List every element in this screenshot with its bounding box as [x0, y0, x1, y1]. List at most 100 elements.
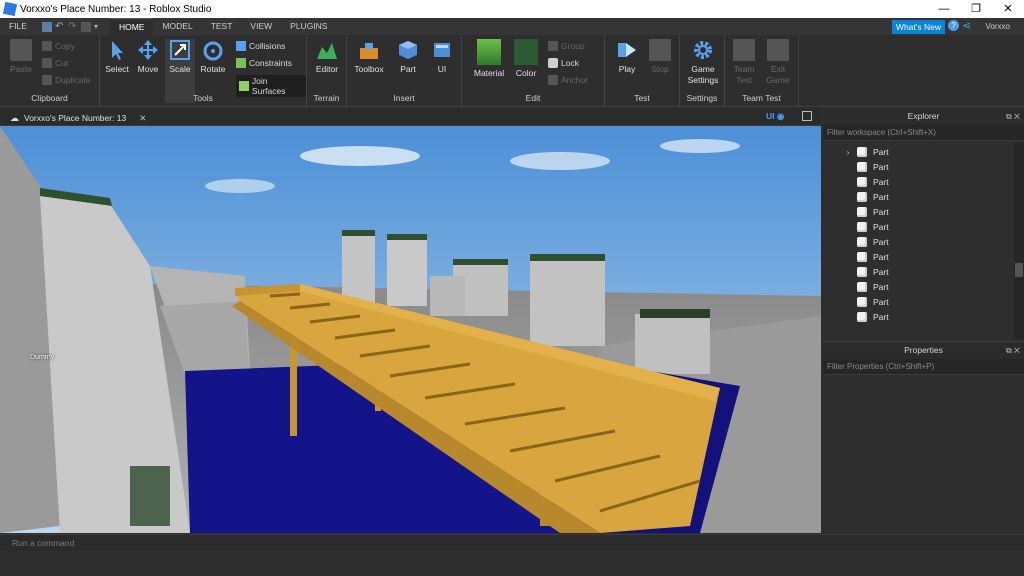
close-window-button[interactable]: ✕	[992, 0, 1024, 18]
tab-view[interactable]: VIEW	[241, 18, 281, 35]
dock-icon[interactable]	[802, 111, 812, 121]
test-group-label: Test	[634, 93, 650, 103]
clipboard-group-label: Clipboard	[31, 93, 68, 103]
team-test-group-label: Team Test	[742, 93, 781, 103]
properties-panel-controls[interactable]: ⧉ ✕	[1006, 342, 1020, 359]
user-menu[interactable]: Vorxxo	[986, 22, 1010, 31]
team-test-button[interactable]: Team Test	[729, 39, 759, 86]
stop-button[interactable]: Stop	[647, 39, 673, 74]
copy-button[interactable]: Copy	[42, 41, 75, 51]
game-settings-button[interactable]: Game Settings	[684, 39, 722, 86]
toolbox-button[interactable]: Toolbox	[353, 39, 385, 74]
tree-item[interactable]: Part	[823, 204, 1024, 219]
anchor-button[interactable]: Anchor	[548, 75, 588, 85]
paste-label: Paste	[10, 64, 32, 74]
tree-item[interactable]: Part	[823, 264, 1024, 279]
move-tool-button[interactable]: Move	[135, 39, 161, 74]
lock-button[interactable]: Lock	[548, 58, 579, 68]
anchor-icon	[548, 75, 558, 85]
play-button[interactable]: Play	[613, 39, 641, 74]
whats-new-button[interactable]: What's New	[891, 20, 945, 34]
maximize-button[interactable]: ❐	[960, 0, 992, 18]
tree-item-label: Part	[873, 266, 889, 277]
explorer-scrollbar-thumb[interactable]	[1015, 263, 1023, 277]
expand-chevron-icon[interactable]: ›	[843, 147, 853, 157]
material-button[interactable]: Material	[472, 39, 506, 78]
tab-file[interactable]: FILE	[0, 18, 36, 35]
help-icon[interactable]: ?	[948, 20, 959, 31]
tree-item[interactable]: Part	[823, 219, 1024, 234]
close-tab-icon[interactable]: ✕	[139, 113, 146, 124]
tab-plugins[interactable]: PLUGINS	[281, 18, 336, 35]
tree-item-label: Part	[873, 311, 889, 322]
material-grass-icon	[477, 39, 501, 65]
explorer-panel-controls[interactable]: ⧉ ✕	[1006, 108, 1020, 125]
part-icon	[857, 251, 867, 262]
part-button[interactable]: Part	[395, 39, 421, 74]
move-arrows-icon	[138, 40, 158, 60]
copy-label: Copy	[55, 41, 75, 51]
tree-item-label: Part	[873, 296, 889, 307]
toolbox-icon	[360, 43, 378, 59]
color-button[interactable]: Color	[512, 39, 540, 78]
document-tab-bar: ☁ Vorxxo's Place Number: 13 ✕	[0, 108, 821, 126]
part-icon	[857, 221, 867, 232]
duplicate-label: Duplicate	[55, 75, 91, 85]
customize-toolbar-icon[interactable]: ▾	[94, 22, 104, 32]
tree-item-label: Part	[873, 281, 889, 292]
exit-game-label-2: Game	[766, 75, 790, 85]
ui-visibility-toggle[interactable]: UI ◉	[766, 111, 784, 122]
3d-viewport[interactable]: Dummy	[0, 126, 821, 533]
ribbon: Paste Copy Cut Duplicate Clipboard Selec…	[0, 35, 1024, 107]
dummy-label[interactable]: Dummy	[30, 354, 54, 361]
minimize-button[interactable]: —	[928, 0, 960, 18]
rotate-tool-button[interactable]: Rotate	[198, 39, 228, 74]
explorer-filter-input[interactable]: Filter workspace (Ctrl+Shift+X)	[823, 125, 1024, 141]
tab-test[interactable]: TEST	[202, 18, 242, 35]
duplicate-icon	[42, 75, 52, 85]
ui-button[interactable]: UI	[431, 39, 453, 74]
tree-item[interactable]: Part	[823, 189, 1024, 204]
tree-item[interactable]: Part	[823, 309, 1024, 324]
properties-filter-input[interactable]: Filter Properties (Ctrl+Shift+P)	[823, 359, 1024, 375]
constraints-toggle[interactable]: Constraints	[236, 58, 292, 68]
status-area	[0, 551, 1024, 576]
group-button[interactable]: Group	[548, 41, 585, 51]
redo-icon[interactable]: ↷	[68, 21, 78, 32]
terrain-editor-button[interactable]: Editor	[313, 39, 341, 74]
document-tab-label: Vorxxo's Place Number: 13	[24, 113, 127, 123]
explorer-title: Explorer ⧉ ✕	[823, 108, 1024, 125]
explorer-title-label: Explorer	[907, 111, 940, 121]
select-tool-button[interactable]: Select	[104, 39, 130, 74]
save-icon[interactable]	[41, 21, 52, 32]
collisions-toggle[interactable]: Collisions	[236, 41, 285, 51]
tree-item[interactable]: Part	[823, 234, 1024, 249]
cut-button[interactable]: Cut	[42, 58, 68, 68]
tree-item[interactable]: Part	[823, 249, 1024, 264]
paste-button[interactable]: Paste	[8, 39, 34, 74]
collisions-icon	[236, 41, 246, 51]
grid-icon[interactable]	[80, 21, 91, 32]
command-bar-input[interactable]: Run a command	[0, 534, 1024, 551]
tree-item[interactable]: Part	[823, 279, 1024, 294]
explorer-scrollbar[interactable]	[1014, 143, 1024, 339]
constraints-icon	[236, 58, 246, 68]
duplicate-button[interactable]: Duplicate	[42, 75, 90, 85]
select-label: Select	[105, 64, 129, 74]
tree-item-label: Part	[873, 161, 889, 172]
tree-item[interactable]: Part	[823, 174, 1024, 189]
share-icon[interactable]: ⋖	[962, 19, 974, 33]
cursor-icon	[112, 41, 123, 60]
tab-model[interactable]: MODEL	[153, 18, 201, 35]
exit-game-button[interactable]: Exit Game	[763, 39, 793, 86]
tree-item-label: Part	[873, 176, 889, 187]
part-icon	[857, 161, 867, 172]
tab-home[interactable]: HOME	[109, 18, 154, 35]
tree-item[interactable]: Part	[823, 159, 1024, 174]
tree-item[interactable]: › Part	[823, 144, 1024, 159]
stop-icon	[649, 39, 671, 61]
cut-label: Cut	[55, 58, 69, 68]
document-tab[interactable]: ☁ Vorxxo's Place Number: 13 ✕	[4, 110, 152, 126]
undo-icon[interactable]: ↶	[55, 21, 65, 32]
tree-item[interactable]: Part	[823, 294, 1024, 309]
